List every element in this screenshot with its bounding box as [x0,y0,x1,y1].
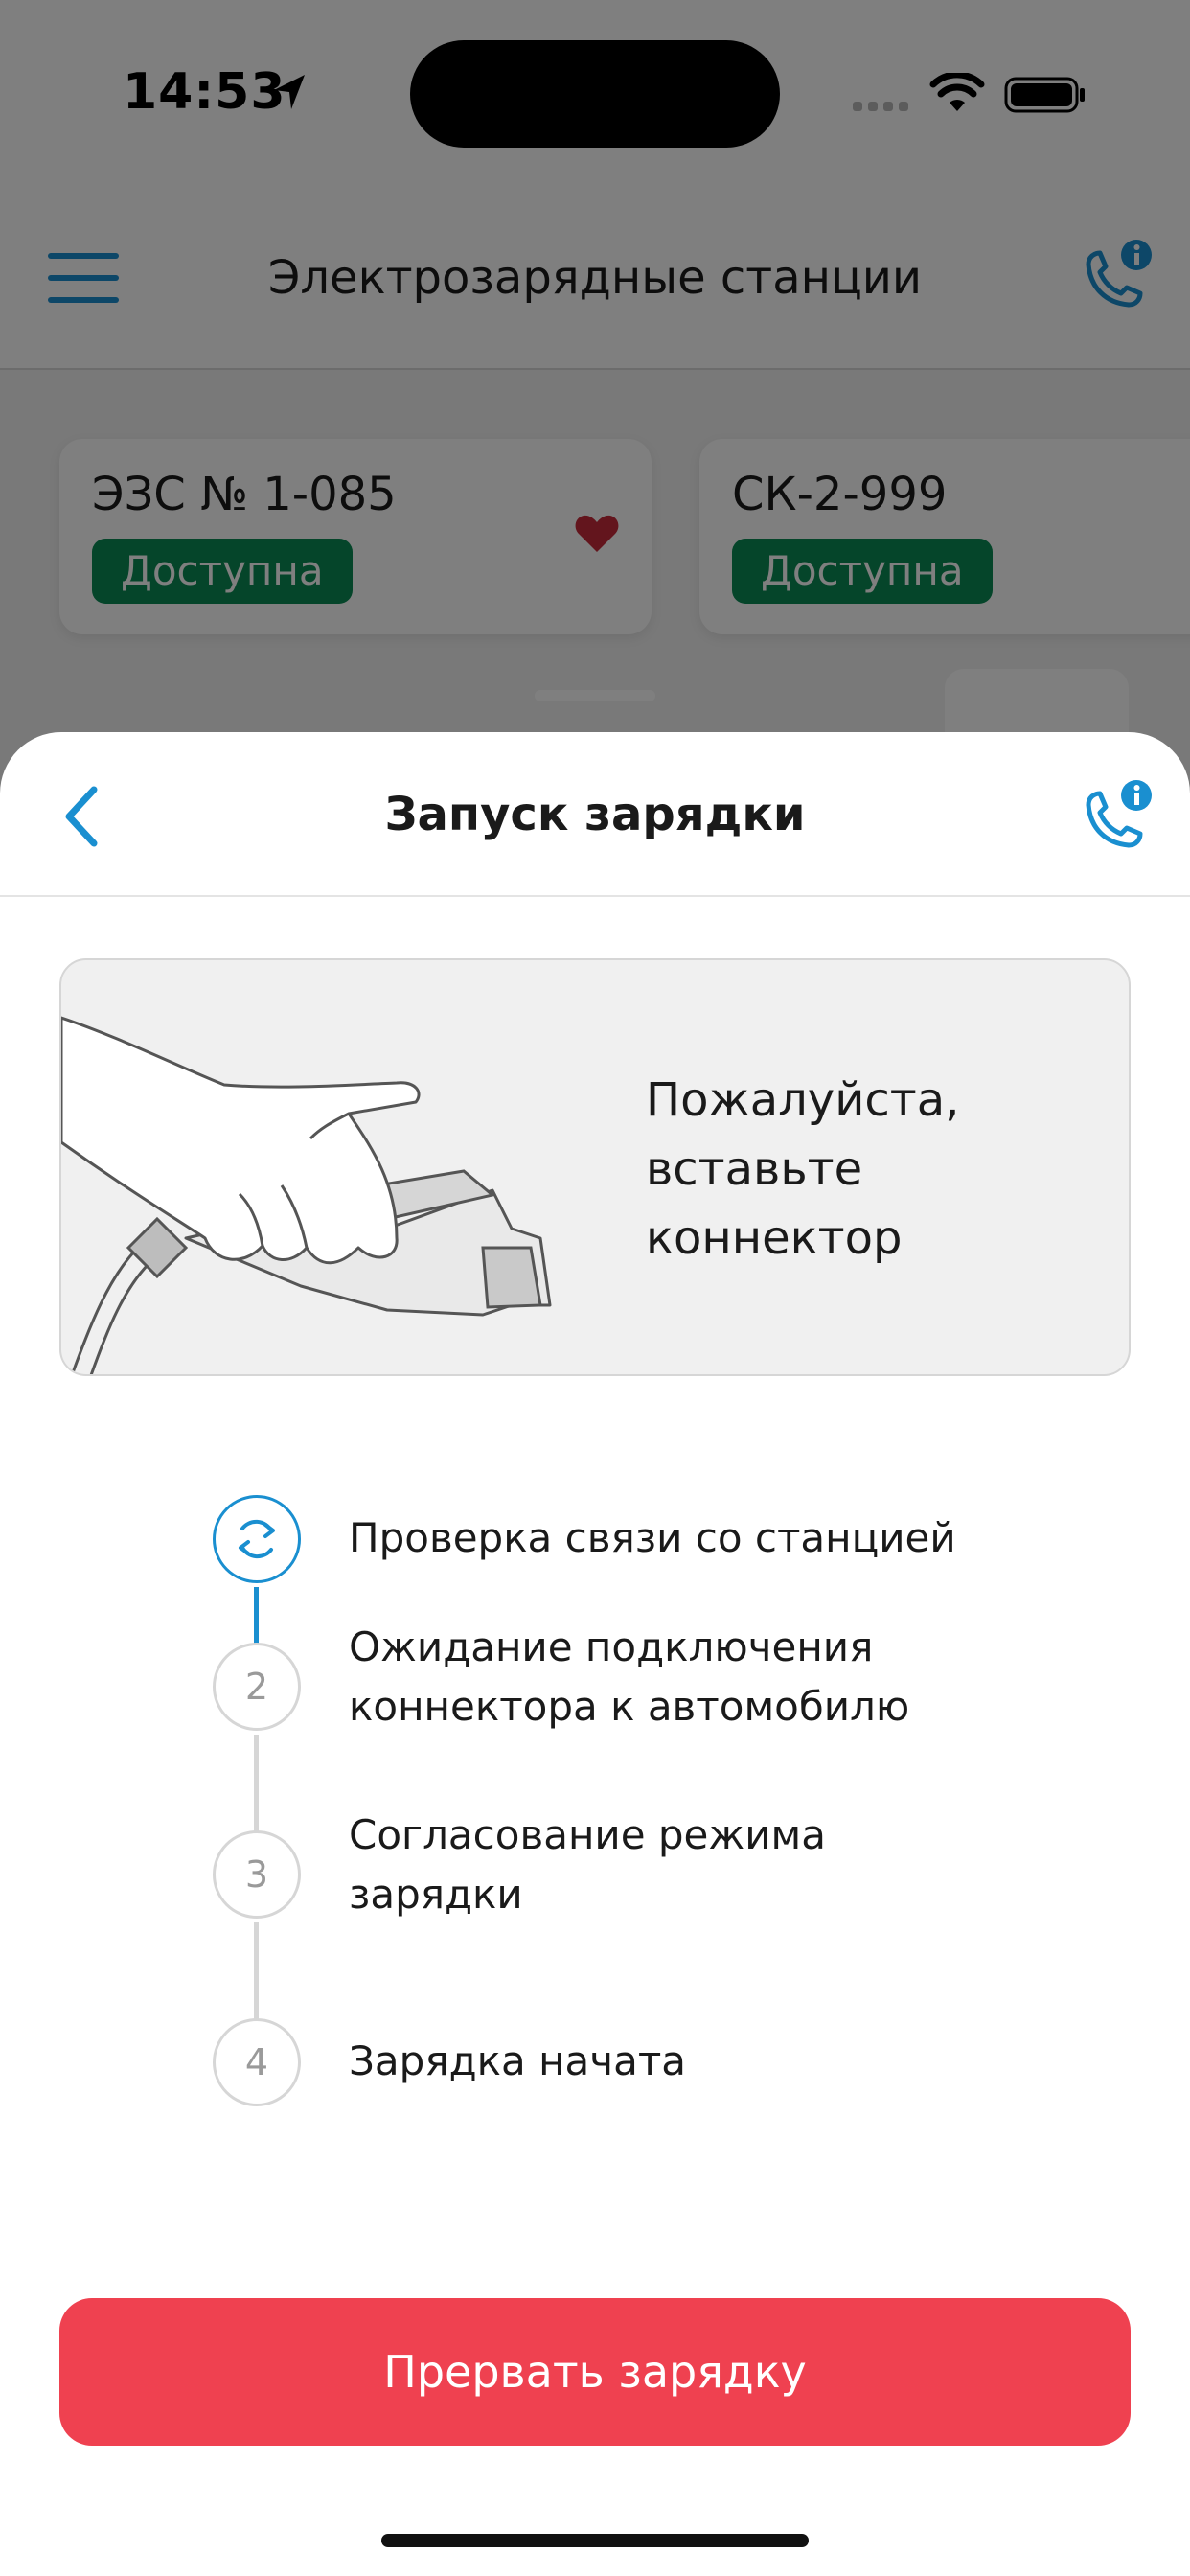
step-label: Зарядка начата [349,2037,687,2084]
sheet-header: Запуск зарядки [0,732,1190,897]
step-label: Проверка связи со станцией [349,1514,956,1561]
step-label: Ожидание подключения коннектора к автомо… [349,1623,910,1730]
stop-charging-button[interactable]: Прервать зарядку [59,2298,1131,2446]
support-call-icon[interactable] [1079,778,1154,855]
sheet-title: Запуск зарядки [384,788,806,841]
connector-illustration-card: Пожалуйста, вставьте коннектор [59,958,1131,1376]
refresh-icon [239,1519,275,1559]
step-indicator: 3 [213,1830,301,1919]
step-connector-line [254,1587,259,1644]
start-charging-sheet: Запуск зарядки Пожалуйста, вставьте конн… [0,732,1190,2576]
home-indicator[interactable] [381,2534,809,2547]
step-label: Согласование режима зарядки [349,1811,826,1918]
step-indicator-active [213,1495,301,1583]
step-indicator: 4 [213,2018,301,2106]
step-indicator: 2 [213,1643,301,1731]
insert-connector-prompt: Пожалуйста, вставьте коннектор [646,1073,960,1265]
step-connector-line [254,1922,259,2024]
step-connector-line [254,1735,259,1836]
hand-with-connector-illustration [61,1016,552,1374]
